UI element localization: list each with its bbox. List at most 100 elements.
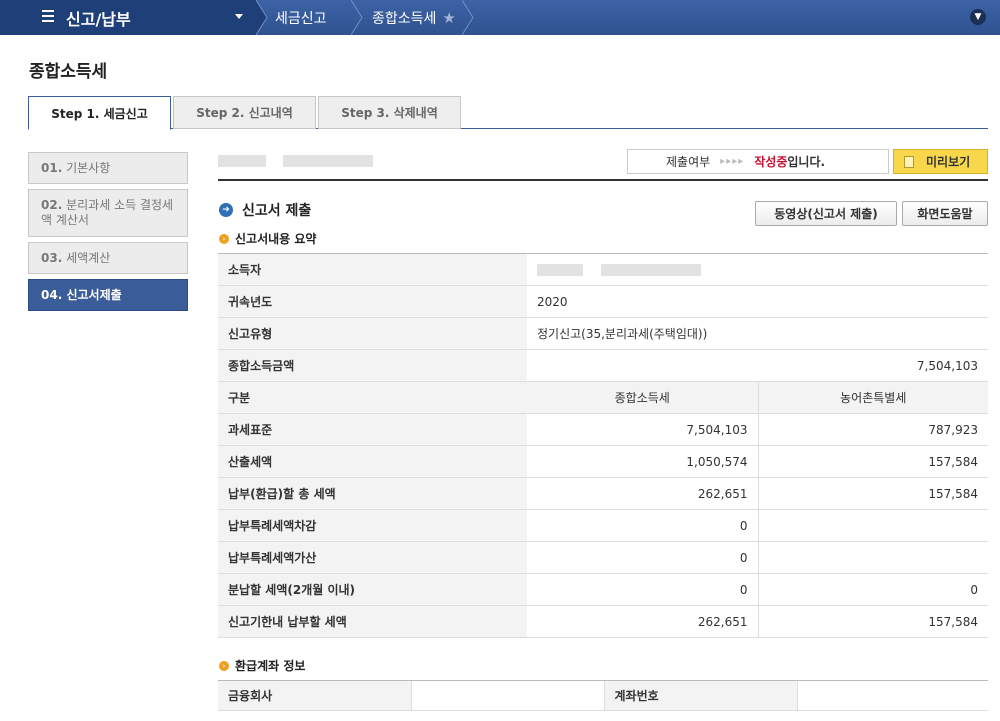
row-label: 금융회사 bbox=[218, 680, 411, 711]
table-row: 산출세액 1,050,574 157,584 bbox=[218, 445, 988, 478]
sidebar-item-label: 세액계산 bbox=[66, 251, 111, 265]
row-label: 납부특례세액가산 bbox=[218, 541, 527, 574]
summary-title: › 신고서내용 요약 bbox=[219, 230, 316, 247]
table-row: 신고유형 정기신고(35,분리과세(주택임대)) bbox=[218, 317, 988, 350]
top-navigation-bar: 신고/납부 세금신고 종합소득세 ★ ▼ bbox=[0, 0, 1000, 35]
row-value: 2020 bbox=[527, 285, 988, 318]
row-label: 신고기한내 납부할 세액 bbox=[218, 605, 527, 638]
divider bbox=[218, 179, 988, 181]
cell-value: 0 bbox=[527, 509, 758, 542]
row-value: 7,504,103 bbox=[527, 349, 988, 382]
refund-title: › 환급계좌 정보 bbox=[219, 657, 305, 674]
status-label: 제출여부 bbox=[666, 155, 711, 169]
bullet-icon: › bbox=[219, 233, 229, 244]
table-row: 납부특례세액차감 0 bbox=[218, 509, 988, 542]
cell-value: 1,050,574 bbox=[527, 445, 758, 478]
summary-title-text: 신고서내용 요약 bbox=[235, 232, 317, 246]
column-header: 농어촌특별세 bbox=[757, 381, 988, 414]
refund-account-table: 금융회사 계좌번호 bbox=[218, 680, 988, 711]
sidebar-item-label: 신고서제출 bbox=[66, 288, 122, 302]
redacted-value bbox=[600, 264, 701, 276]
screen-help-button[interactable]: 화면도움말 bbox=[902, 201, 988, 226]
table-row: 신고기한내 납부할 세액 262,651 157,584 bbox=[218, 605, 988, 638]
row-label: 납부특례세액차감 bbox=[218, 509, 527, 542]
chevron-down-icon[interactable]: ▼ bbox=[970, 9, 986, 25]
redacted-value bbox=[537, 264, 583, 276]
sidebar-item-number: 02. bbox=[41, 198, 63, 212]
preview-button[interactable]: 미리보기 bbox=[893, 149, 988, 174]
row-label: 귀속년도 bbox=[218, 285, 527, 318]
table-row: 귀속년도 2020 bbox=[218, 285, 988, 318]
cell-value bbox=[757, 541, 988, 574]
row-label: 산출세액 bbox=[218, 445, 527, 478]
cell-value: 0 bbox=[527, 541, 758, 574]
bank-value bbox=[410, 680, 604, 711]
sidebar-item-separate-tax[interactable]: 02. 분리과세 소득 결정세액 계산서 bbox=[28, 189, 188, 237]
tab-underline bbox=[28, 128, 988, 129]
sidebar-item-submit[interactable]: 04. 신고서제출 bbox=[28, 279, 188, 311]
cell-value: 157,584 bbox=[757, 445, 988, 478]
row-label: 소득자 bbox=[218, 253, 527, 286]
sidebar-item-number: 01. bbox=[41, 161, 63, 175]
main-menu-button[interactable]: 신고/납부 bbox=[0, 0, 256, 35]
preview-label: 미리보기 bbox=[926, 155, 971, 169]
account-value bbox=[796, 680, 988, 711]
cell-value: 262,651 bbox=[527, 605, 758, 638]
row-label: 신고유형 bbox=[218, 317, 527, 350]
section-title: ➜ 신고서 제출 bbox=[219, 200, 311, 220]
status-suffix: 입니다. bbox=[787, 155, 826, 169]
refund-title-text: 환급계좌 정보 bbox=[235, 659, 306, 673]
row-label: 구분 bbox=[218, 381, 527, 414]
section-title-text: 신고서 제출 bbox=[242, 203, 312, 219]
sidebar-item-basic[interactable]: 01. 기본사항 bbox=[28, 152, 188, 184]
cell-value: 0 bbox=[757, 573, 988, 606]
bullet-icon: › bbox=[219, 660, 229, 671]
document-icon bbox=[904, 155, 914, 168]
row-label: 종합소득금액 bbox=[218, 349, 527, 382]
cell-value bbox=[757, 509, 988, 542]
table-row: 소득자 bbox=[218, 253, 988, 286]
star-icon[interactable]: ★ bbox=[442, 9, 455, 27]
tab-step1[interactable]: Step 1. 세금신고 bbox=[28, 96, 171, 130]
arrow-circle-icon: ➜ bbox=[219, 203, 233, 217]
table-row: 종합소득금액 7,504,103 bbox=[218, 349, 988, 382]
table-row: 분납할 세액(2개월 이내) 0 0 bbox=[218, 573, 988, 606]
sidebar-item-tax-calc[interactable]: 03. 세액계산 bbox=[28, 242, 188, 274]
table-row: 과세표준 7,504,103 787,923 bbox=[218, 413, 988, 446]
arrows-icon: ▸▸▸▸ bbox=[720, 156, 745, 167]
table-row: 납부특례세액가산 0 bbox=[218, 541, 988, 574]
summary-table: 소득자 귀속년도 2020 신고유형 정기신고(35,분리과세(주택임대)) 종… bbox=[218, 253, 988, 638]
cell-value: 7,504,103 bbox=[527, 413, 758, 446]
cell-value: 262,651 bbox=[527, 477, 758, 510]
row-value: 정기신고(35,분리과세(주택임대)) bbox=[527, 317, 988, 350]
row-label: 납부(환급)할 총 세액 bbox=[218, 477, 527, 510]
breadcrumb-separator-icon bbox=[256, 0, 268, 35]
column-header: 종합소득세 bbox=[527, 381, 758, 414]
table-row: 금융회사 계좌번호 bbox=[218, 680, 988, 711]
breadcrumb-separator-icon bbox=[462, 0, 474, 35]
tab-step2[interactable]: Step 2. 신고내역 bbox=[173, 96, 316, 129]
hamburger-icon bbox=[42, 10, 54, 24]
tab-step3[interactable]: Step 3. 삭제내역 bbox=[318, 96, 461, 129]
sidebar-item-number: 03. bbox=[41, 251, 63, 265]
row-value bbox=[527, 253, 988, 286]
cell-value: 0 bbox=[527, 573, 758, 606]
redacted-name bbox=[218, 155, 266, 167]
row-label: 계좌번호 bbox=[603, 680, 797, 711]
menu-title: 신고/납부 bbox=[66, 9, 131, 29]
cell-value: 157,584 bbox=[757, 477, 988, 510]
redacted-id bbox=[283, 155, 373, 167]
sidebar-item-label: 기본사항 bbox=[66, 161, 111, 175]
cell-value: 787,923 bbox=[757, 413, 988, 446]
caret-down-icon bbox=[235, 14, 243, 19]
breadcrumb-item-income-tax[interactable]: 종합소득세 ★ bbox=[372, 0, 456, 35]
table-row: 납부(환급)할 총 세액 262,651 157,584 bbox=[218, 477, 988, 510]
sidebar-item-number: 04. bbox=[41, 288, 63, 302]
breadcrumb-item-tax-return[interactable]: 세금신고 bbox=[275, 0, 327, 35]
status-state: 작성중 bbox=[754, 155, 788, 169]
row-label: 분납할 세액(2개월 이내) bbox=[218, 573, 527, 606]
breadcrumb-separator-icon bbox=[351, 0, 363, 35]
video-guide-button[interactable]: 동영상(신고서 제출) bbox=[755, 201, 897, 226]
table-row: 구분 종합소득세 농어촌특별세 bbox=[218, 381, 988, 414]
breadcrumb-label: 종합소득세 bbox=[372, 10, 437, 27]
